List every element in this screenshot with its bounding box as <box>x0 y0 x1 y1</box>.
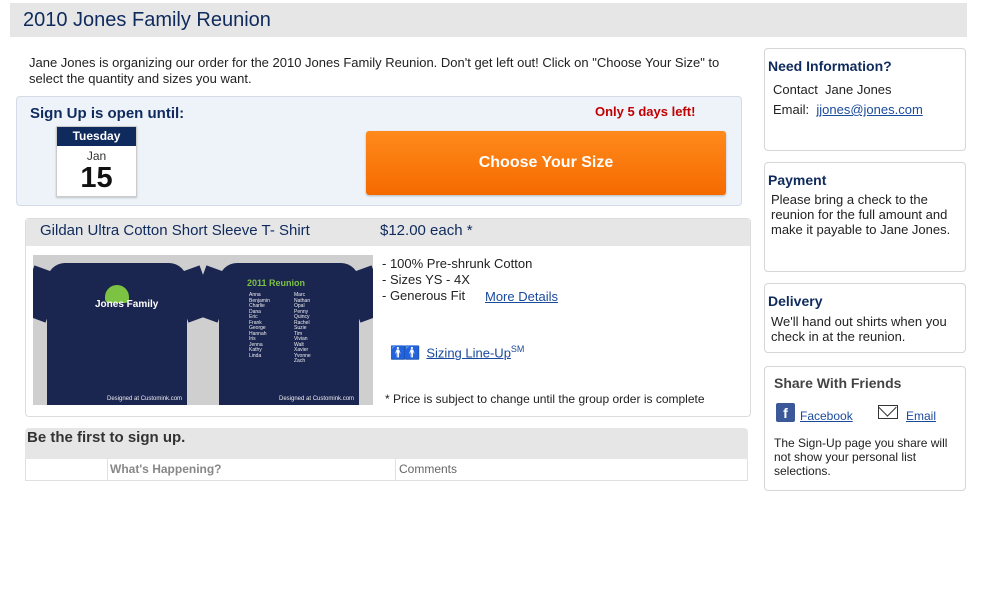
price-note: * Price is subject to change until the g… <box>385 392 705 406</box>
payment-text: Please bring a check to the reunion for … <box>771 192 951 237</box>
column-header-happening: What's Happening? <box>110 462 222 476</box>
activity-panel: Be the first to sign up. What's Happenin… <box>25 428 748 482</box>
designer-credit: Designed at Customink.com <box>107 396 183 402</box>
payment-title: Payment <box>768 172 827 188</box>
signup-panel: Sign Up is open until: Only 5 days left!… <box>16 96 742 206</box>
intro-text: Jane Jones is organizing our order for t… <box>29 55 720 86</box>
product-price: $12.00 each * <box>380 222 473 239</box>
sizing-lineup-label[interactable]: Sizing Line-Up <box>426 345 511 360</box>
delivery-text: We'll hand out shirts when you check in … <box>771 314 947 344</box>
payment-panel: Payment Please bring a check to the reun… <box>764 162 966 272</box>
email-row: Email: jjones@jones.com <box>773 102 923 117</box>
share-title: Share With Friends <box>774 375 902 391</box>
days-left-badge: Only 5 days left! <box>595 104 696 119</box>
feature-item: - 100% Pre-shrunk Cotton <box>382 256 533 271</box>
signup-deadline-label: Sign Up is open until: <box>30 105 185 122</box>
column-header-comments: Comments <box>399 462 458 476</box>
shirt-image: Jones Family Designed at Customink.com 2… <box>33 255 373 405</box>
info-title: Need Information? <box>768 58 892 74</box>
product-header: Gildan Ultra Cotton Short Sleeve T- Shir… <box>26 219 750 246</box>
facebook-share-link[interactable]: Facebook <box>800 409 853 423</box>
shirt-front: Jones Family Designed at Customink.com <box>33 263 217 405</box>
info-panel: Need Information? Contact Jane Jones Ema… <box>764 48 966 151</box>
product-name: Gildan Ultra Cotton Short Sleeve T- Shir… <box>40 222 310 239</box>
email-share-link[interactable]: Email <box>906 409 936 423</box>
email-label: Email: <box>773 102 810 117</box>
mail-icon[interactable] <box>878 405 898 419</box>
contact-row: Contact Jane Jones <box>773 82 892 97</box>
names-list-left: Anna Benjamin Charlie Dana Eric Frank George Ha… <box>249 292 270 359</box>
shirt-name-item: Zach <box>294 358 306 364</box>
shirt-back: 2011 Reunion Anna Benjamin Charlie Dana Eric… <box>189 263 373 405</box>
product-panel: Gildan Ultra Cotton Short Sleeve T- Shir… <box>25 218 751 417</box>
contact-name: Jane Jones <box>825 82 892 97</box>
facebook-icon[interactable]: f <box>776 403 795 422</box>
activity-header: Be the first to sign up. <box>25 428 748 459</box>
sizing-lineup-sup: SM <box>510 344 525 354</box>
title-bar: 2010 Jones Family Reunion <box>10 3 967 37</box>
activity-columns: What's Happening? Comments <box>25 459 748 481</box>
page-title: 2010 Jones Family Reunion <box>23 9 271 31</box>
contact-label: Contact <box>773 82 818 97</box>
share-note: The Sign-Up page you share will not show… <box>774 436 948 478</box>
shirt-name-item: Linda <box>249 352 262 359</box>
calendar-day: 15 <box>80 162 113 194</box>
calendar-icon: Tuesday Jan 15 <box>56 126 137 197</box>
feature-item: - Sizes YS - 4X <box>382 272 470 287</box>
front-logo-text: Jones Family <box>95 299 159 310</box>
email-link[interactable]: jjones@jones.com <box>816 102 922 117</box>
back-print-title: 2011 Reunion <box>247 278 306 288</box>
calendar-weekday: Tuesday <box>57 127 136 146</box>
delivery-panel: Delivery We'll hand out shirts when you … <box>764 283 966 353</box>
more-details-link[interactable]: More Details <box>485 289 558 304</box>
share-panel: Share With Friends f Facebook Email The … <box>764 366 966 491</box>
names-list-right: Marc Nathan Opal Penny Quincy Rachel Suzie Tim V… <box>294 292 311 365</box>
choose-size-button[interactable]: Choose Your Size <box>366 131 726 195</box>
designer-credit: Designed at Customink.com <box>279 396 355 402</box>
calendar-month: Jan <box>86 149 107 163</box>
people-icon: 🚹🚹 <box>390 345 420 361</box>
sizing-lineup-link[interactable]: 🚹🚹 Sizing Line-UpSM <box>390 344 524 361</box>
activity-title: Be the first to sign up. <box>27 429 186 446</box>
delivery-title: Delivery <box>768 293 823 309</box>
